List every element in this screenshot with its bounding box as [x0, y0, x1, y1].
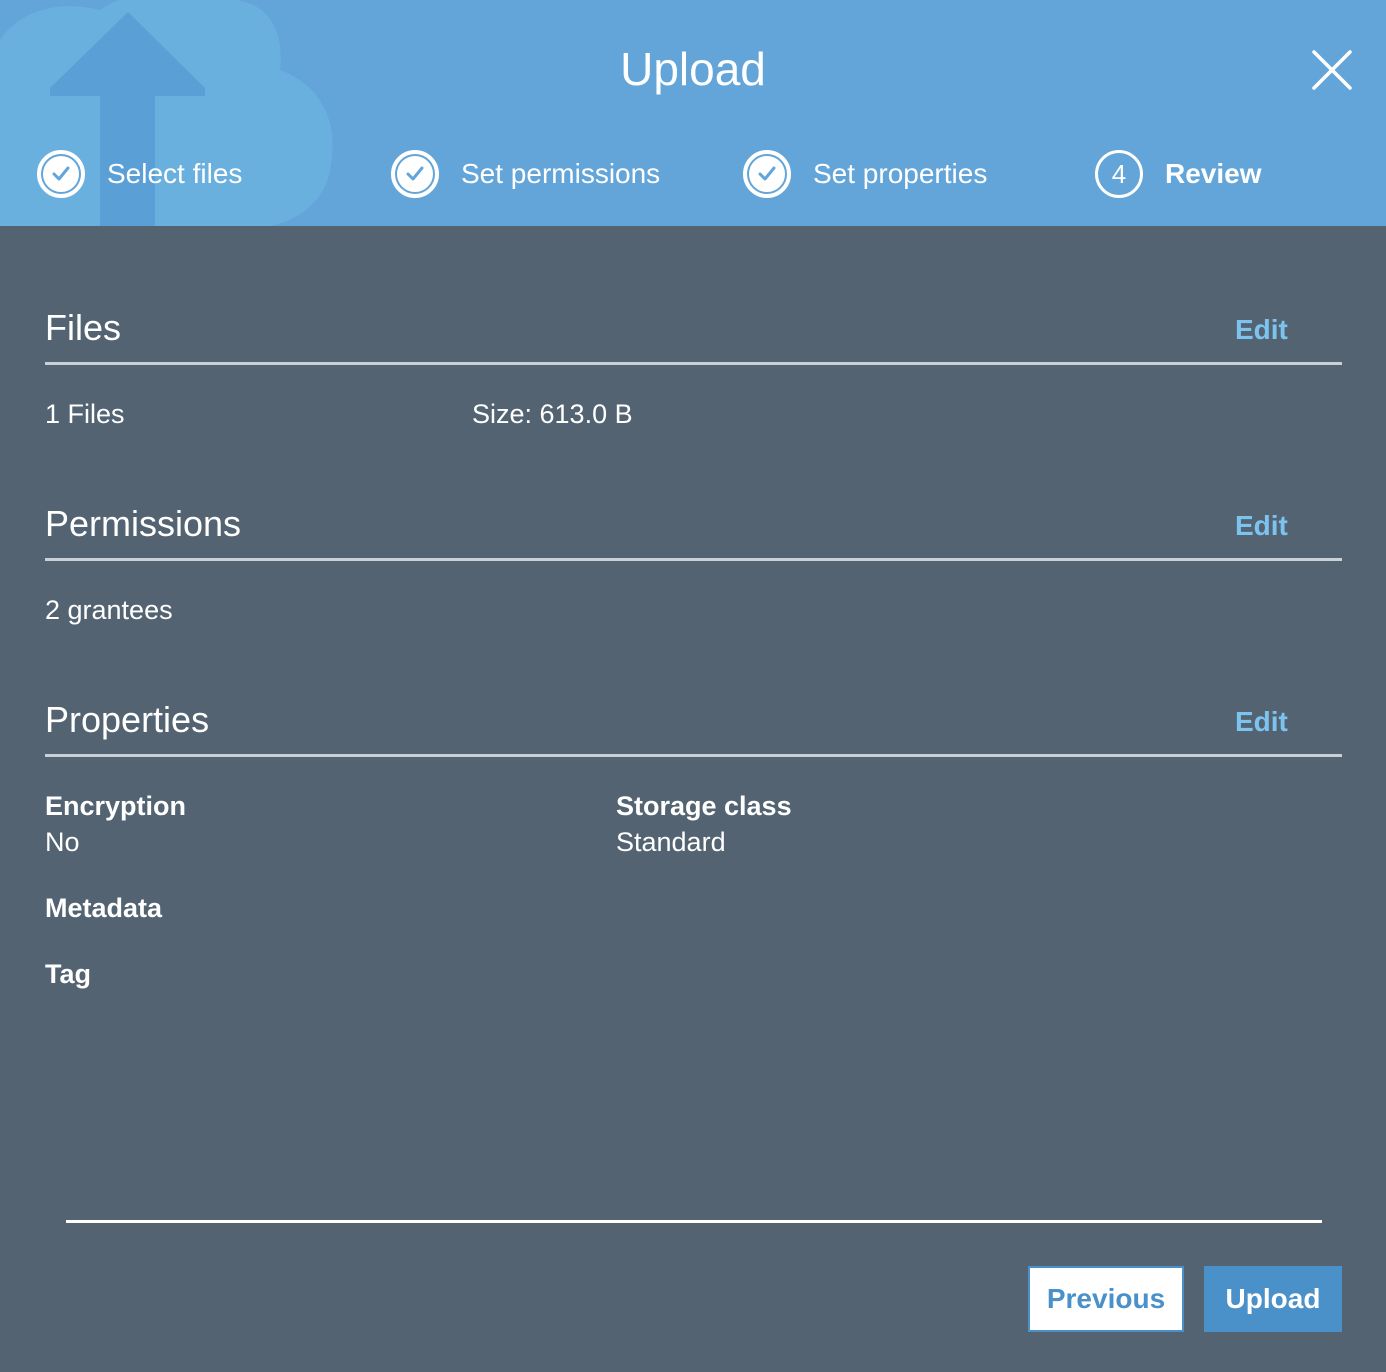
checkmark-icon	[52, 166, 70, 181]
step-number-indicator: 4	[1095, 150, 1143, 198]
files-count: 1 Files	[45, 399, 125, 429]
section-divider	[45, 362, 1342, 365]
step-complete-indicator	[37, 150, 85, 198]
encryption-value: No	[45, 827, 80, 857]
step-select-files[interactable]: Select files	[37, 146, 242, 202]
section-divider	[45, 754, 1342, 757]
checkmark-icon	[758, 166, 776, 181]
storage-class-value: Standard	[616, 827, 726, 857]
step-label: Review	[1165, 158, 1262, 189]
step-number: 4	[1111, 158, 1127, 189]
properties-section-title: Properties	[45, 699, 210, 740]
dialog-title: Upload	[620, 43, 766, 95]
permissions-grantees: 2 grantees	[45, 595, 173, 625]
close-button[interactable]	[1306, 44, 1358, 96]
step-complete-indicator	[391, 150, 439, 198]
step-complete-indicator	[743, 150, 791, 198]
section-divider	[45, 558, 1342, 561]
step-review[interactable]: 4 Review	[1095, 146, 1262, 202]
previous-button[interactable]: Previous	[1028, 1266, 1184, 1332]
upload-dialog-header: Upload Select files Set permissions Set …	[0, 0, 1386, 226]
files-size: Size: 613.0 B	[472, 399, 633, 429]
tag-label: Tag	[45, 959, 91, 989]
step-set-permissions[interactable]: Set permissions	[391, 146, 660, 202]
step-set-properties[interactable]: Set properties	[743, 146, 987, 202]
permissions-edit-link[interactable]: Edit	[1235, 510, 1288, 542]
files-edit-link[interactable]: Edit	[1235, 314, 1288, 346]
storage-class-label: Storage class	[616, 791, 792, 821]
close-icon	[1312, 50, 1352, 90]
step-label: Set permissions	[461, 158, 661, 189]
encryption-label: Encryption	[45, 791, 187, 821]
footer-divider	[66, 1220, 1322, 1223]
step-label: Select files	[107, 158, 243, 189]
step-label: Set properties	[813, 158, 988, 189]
checkmark-icon	[406, 166, 424, 181]
permissions-section-title: Permissions	[45, 503, 242, 544]
files-section-title: Files	[45, 307, 122, 348]
metadata-label: Metadata	[45, 893, 163, 923]
properties-edit-link[interactable]: Edit	[1235, 706, 1288, 738]
upload-button[interactable]: Upload	[1204, 1266, 1342, 1332]
